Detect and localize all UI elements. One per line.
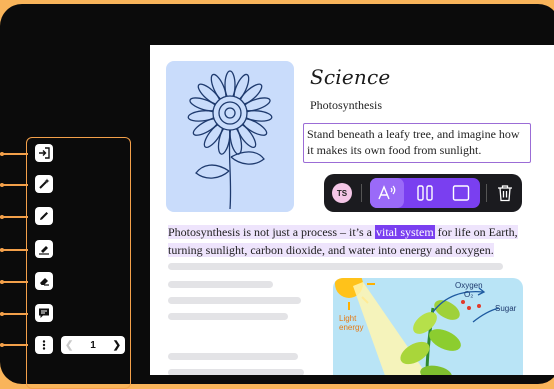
page-number: 1 [90, 339, 96, 351]
page-navigator: ❮ 1 ❯ [61, 336, 125, 354]
connector-line [0, 216, 28, 218]
photosynthesis-diagram: Light energy Oxygen O₂ Sugar [333, 278, 523, 375]
chevron-right-icon[interactable]: ❯ [113, 340, 121, 351]
connector-line [0, 313, 28, 315]
sugar-label: Sugar [495, 304, 517, 313]
read-aloud-button[interactable] [370, 178, 404, 208]
toolbar-divider [486, 184, 487, 202]
sunflower-icon [187, 70, 273, 210]
placeholder-line [168, 353, 298, 360]
delete-button[interactable] [492, 178, 518, 208]
tablet-frame: Science Photosynthesis Stand beneath a l… [0, 4, 554, 389]
columns-icon [417, 185, 433, 201]
sunflower-illustration [166, 61, 294, 212]
highlighter-icon [39, 246, 49, 255]
lesson-page: Science Photosynthesis Stand beneath a l… [150, 45, 554, 375]
placeholder-line [168, 313, 288, 320]
connector-line [0, 184, 28, 186]
placeholder-line [168, 297, 301, 304]
placeholder-line [168, 281, 273, 288]
frame-button[interactable] [444, 178, 478, 208]
selected-phrase[interactable]: vital system [375, 225, 435, 239]
o2-label: O₂ [464, 290, 474, 299]
avatar[interactable]: TS [332, 183, 352, 203]
pencil-icon [40, 212, 48, 220]
tool-group [370, 178, 480, 208]
selected-text-box[interactable]: Stand beneath a leafy tree, and imagine … [303, 123, 531, 163]
lesson-paragraph: Photosynthesis is not just a process – i… [168, 223, 548, 259]
chevron-left-icon[interactable]: ❮ [65, 340, 73, 351]
highlighted-text[interactable]: Photosynthesis is not just a process – i… [168, 225, 375, 239]
pencil-button[interactable] [35, 207, 53, 225]
page-subtitle: Photosynthesis [310, 98, 383, 112]
magic-wand-button[interactable] [35, 175, 53, 193]
highlighter-button[interactable] [35, 240, 53, 258]
toolbar-divider [361, 184, 362, 202]
comment-button[interactable] [35, 304, 53, 322]
more-button[interactable] [35, 336, 53, 354]
page-title: Science [310, 65, 391, 89]
columns-button[interactable] [408, 178, 442, 208]
connector-line [0, 249, 28, 251]
wand-icon [39, 178, 50, 189]
oxygen-label: Oxygen [455, 281, 483, 290]
comment-icon [39, 308, 49, 318]
tool-sidebar: ❮ 1 ❯ [26, 137, 131, 389]
exit-icon [39, 147, 50, 159]
placeholder-line [168, 369, 304, 375]
frame-icon [452, 185, 470, 201]
more-icon [42, 340, 46, 350]
light-energy-label: Light energy [339, 314, 364, 332]
connector-line [0, 344, 28, 346]
placeholder-line [168, 263, 503, 270]
trash-icon [498, 185, 512, 202]
eraser-icon [40, 278, 49, 286]
exit-button[interactable] [35, 144, 53, 162]
connector-line [0, 281, 28, 283]
annotation-toolbar: TS [324, 174, 522, 212]
eraser-button[interactable] [35, 272, 53, 290]
connector-line [0, 153, 28, 155]
read-aloud-icon [378, 185, 396, 200]
